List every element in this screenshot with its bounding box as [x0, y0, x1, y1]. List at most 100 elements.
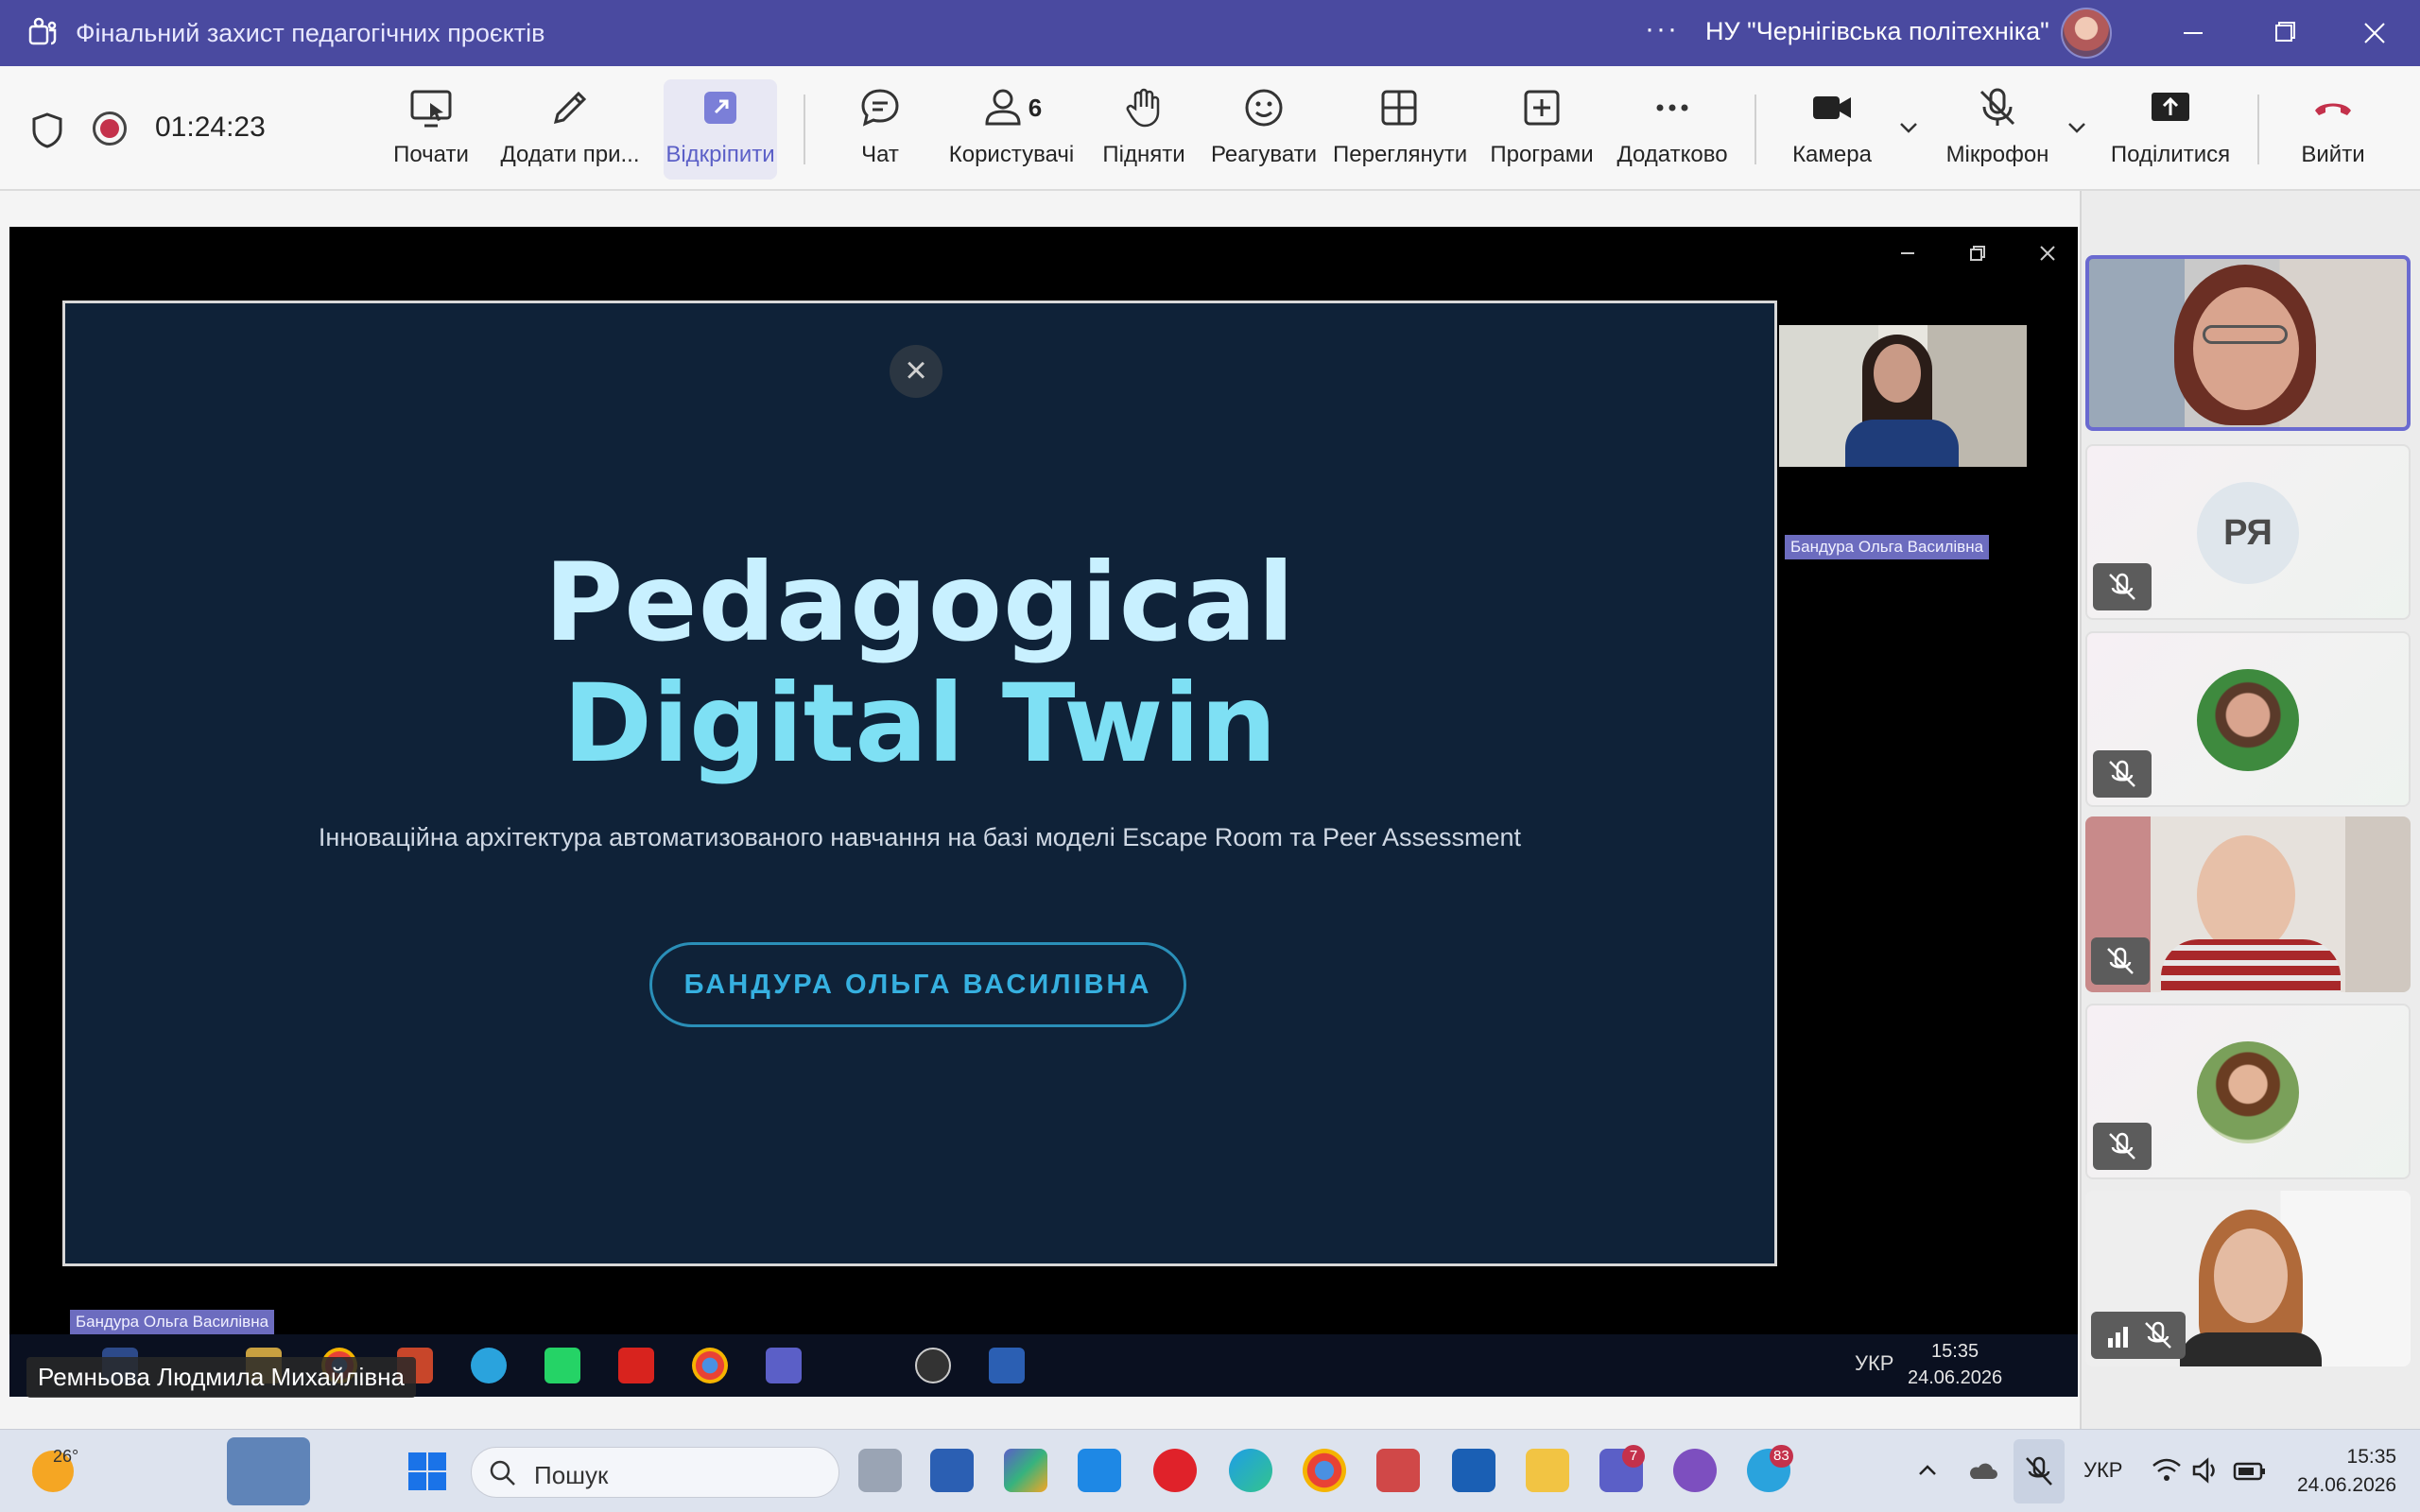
participant-video-tile[interactable]: [2085, 255, 2411, 431]
add-annotation-button[interactable]: Додати при...: [495, 79, 645, 180]
microphone-options-chevron-down-icon[interactable]: [2063, 113, 2091, 142]
volume-icon[interactable]: [2191, 1456, 2221, 1485]
search-icon: [490, 1460, 515, 1486]
muted-mic-icon: [2091, 1312, 2186, 1359]
word-app-icon: [989, 1348, 1025, 1383]
participant-video-tile[interactable]: [2085, 816, 2411, 992]
muted-mic-icon: [2093, 750, 2152, 798]
popout-icon: [704, 92, 736, 124]
people-icon: [985, 89, 1021, 126]
leave-icon: [2315, 103, 2351, 115]
close-icon: [2364, 23, 2385, 43]
toolbar-divider: [2257, 94, 2259, 164]
store-app-icon[interactable]: [1078, 1449, 1121, 1492]
snipping-tool-icon[interactable]: [1376, 1449, 1420, 1492]
participant-avatar: [2197, 669, 2299, 771]
recording-indicator-icon[interactable]: [93, 112, 127, 146]
organization-name[interactable]: НУ "Чернігівська політехніка": [1705, 17, 2049, 46]
toolbar-divider: [1754, 94, 1756, 164]
viber-app-icon[interactable]: [1673, 1449, 1717, 1492]
start-button[interactable]: Почати: [380, 79, 482, 180]
participant-avatar: [2197, 1041, 2299, 1143]
weather-temperature: 26°: [53, 1447, 79, 1466]
windows-taskbar: 26° Пошук 7 83 УКР 15:35 24.06.2026: [0, 1429, 2420, 1512]
telegram-notification-badge: 83: [1770, 1445, 1793, 1468]
system-clock[interactable]: 15:35 24.06.2026: [2297, 1443, 2396, 1500]
slide-title-line1: Pedagogical: [544, 540, 1296, 665]
file-explorer-icon[interactable]: [1526, 1449, 1569, 1492]
teams-notification-badge: 7: [1622, 1445, 1645, 1468]
app-icon[interactable]: [1452, 1449, 1495, 1492]
participant-tile[interactable]: [2085, 631, 2411, 807]
windows-start-icon[interactable]: [406, 1451, 448, 1492]
participant-tile[interactable]: [2085, 1004, 2411, 1179]
raise-hand-button[interactable]: Підняти: [1097, 79, 1191, 180]
user-avatar[interactable]: [2061, 8, 2112, 59]
share-button[interactable]: Поділитися: [2104, 79, 2237, 180]
popout-button[interactable]: Відкріпити: [664, 79, 777, 180]
shared-close-icon: [2040, 246, 2055, 261]
muted-mic-icon: [2091, 937, 2150, 985]
view-button[interactable]: Переглянути: [1333, 79, 1467, 180]
share-icon: [2152, 93, 2189, 121]
participants-count: 6: [1028, 93, 1043, 122]
chat-icon: [861, 89, 899, 127]
camera-icon: [1813, 96, 1851, 119]
mic-off-icon: [2026, 1456, 2052, 1486]
more-button[interactable]: Додатково: [1613, 79, 1732, 180]
maximize-window-button[interactable]: [2256, 11, 2312, 55]
meeting-toolbar: 01:24:23 Почати Додати при... Відкріпити…: [0, 66, 2420, 191]
smile-icon: [1245, 89, 1283, 127]
microphone-button[interactable]: Мікрофон: [1938, 79, 2057, 180]
window-titlebar: Фінальний захист педагогічних проєктів ·…: [0, 0, 2420, 66]
minimize-icon: [2184, 32, 2203, 34]
media-player-icon: [915, 1348, 951, 1383]
muted-mic-icon: [2093, 1123, 2152, 1170]
camera-button[interactable]: Камера: [1785, 79, 1879, 180]
pen-icon: [553, 91, 587, 125]
chrome-app-icon: [692, 1348, 728, 1383]
minimize-window-button[interactable]: [2165, 11, 2221, 55]
participants-button[interactable]: 6 Користувачі: [943, 79, 1080, 180]
presentation-slide: × Pedagogical Digital Twin Інноваційна а…: [62, 301, 1777, 1266]
acrobat-app-icon: [618, 1348, 654, 1383]
active-app-icon[interactable]: [227, 1437, 310, 1505]
chrome-app-icon[interactable]: [1303, 1449, 1346, 1492]
onedrive-cloud-icon[interactable]: [1966, 1456, 1998, 1485]
more-options-icon[interactable]: ···: [1645, 13, 1679, 45]
tray-mic-muted-button[interactable]: [2014, 1439, 2065, 1503]
edge-app-icon[interactable]: [1229, 1449, 1272, 1492]
m365-app-icon[interactable]: [1004, 1449, 1047, 1492]
taskbar-search[interactable]: Пошук: [471, 1447, 839, 1498]
tray-chevron-up-icon[interactable]: [1915, 1458, 1940, 1483]
remote-video-thumbnail: [1779, 325, 2027, 467]
shared-restore-icon: [1970, 246, 1985, 261]
presenter-name-label: Ремньова Людмила Михайлівна: [26, 1357, 416, 1398]
slide-presenter-pill: БАНДУРА ОЛЬГА ВАСИЛІВНА: [649, 942, 1186, 1027]
close-window-button[interactable]: [2346, 11, 2403, 55]
battery-icon[interactable]: [2233, 1456, 2267, 1485]
leave-button[interactable]: Вийти: [2286, 79, 2380, 180]
meeting-timer: 01:24:23: [155, 112, 266, 143]
input-language[interactable]: УКР: [2083, 1458, 2122, 1483]
wifi-icon[interactable]: [2152, 1456, 2182, 1485]
more-icon: [1656, 104, 1688, 112]
participant-video-tile[interactable]: [2085, 1191, 2411, 1366]
opera-app-icon[interactable]: [1153, 1449, 1197, 1492]
shared-minimize-icon: [1901, 252, 1914, 254]
shield-icon[interactable]: [30, 112, 64, 149]
task-view-icon[interactable]: [858, 1449, 902, 1492]
shared-tray-clock: 15:35 24.06.2026: [1908, 1341, 2003, 1388]
react-button[interactable]: Реагувати: [1208, 79, 1320, 180]
mic-off-icon: [1979, 88, 2015, 126]
slide-title-line2: Digital Twin: [562, 661, 1277, 786]
chat-button[interactable]: Чат: [841, 79, 919, 180]
participant-tile[interactable]: РЯ: [2085, 444, 2411, 620]
word-app-icon[interactable]: [930, 1449, 974, 1492]
apps-button[interactable]: Програми: [1486, 79, 1598, 180]
slide-close-icon: ×: [890, 345, 942, 398]
raise-hand-icon: [1126, 88, 1160, 128]
participant-initials: РЯ: [2197, 482, 2299, 584]
camera-options-chevron-down-icon[interactable]: [1894, 113, 1923, 142]
meeting-title: Фінальний захист педагогічних проєктів: [76, 19, 545, 47]
